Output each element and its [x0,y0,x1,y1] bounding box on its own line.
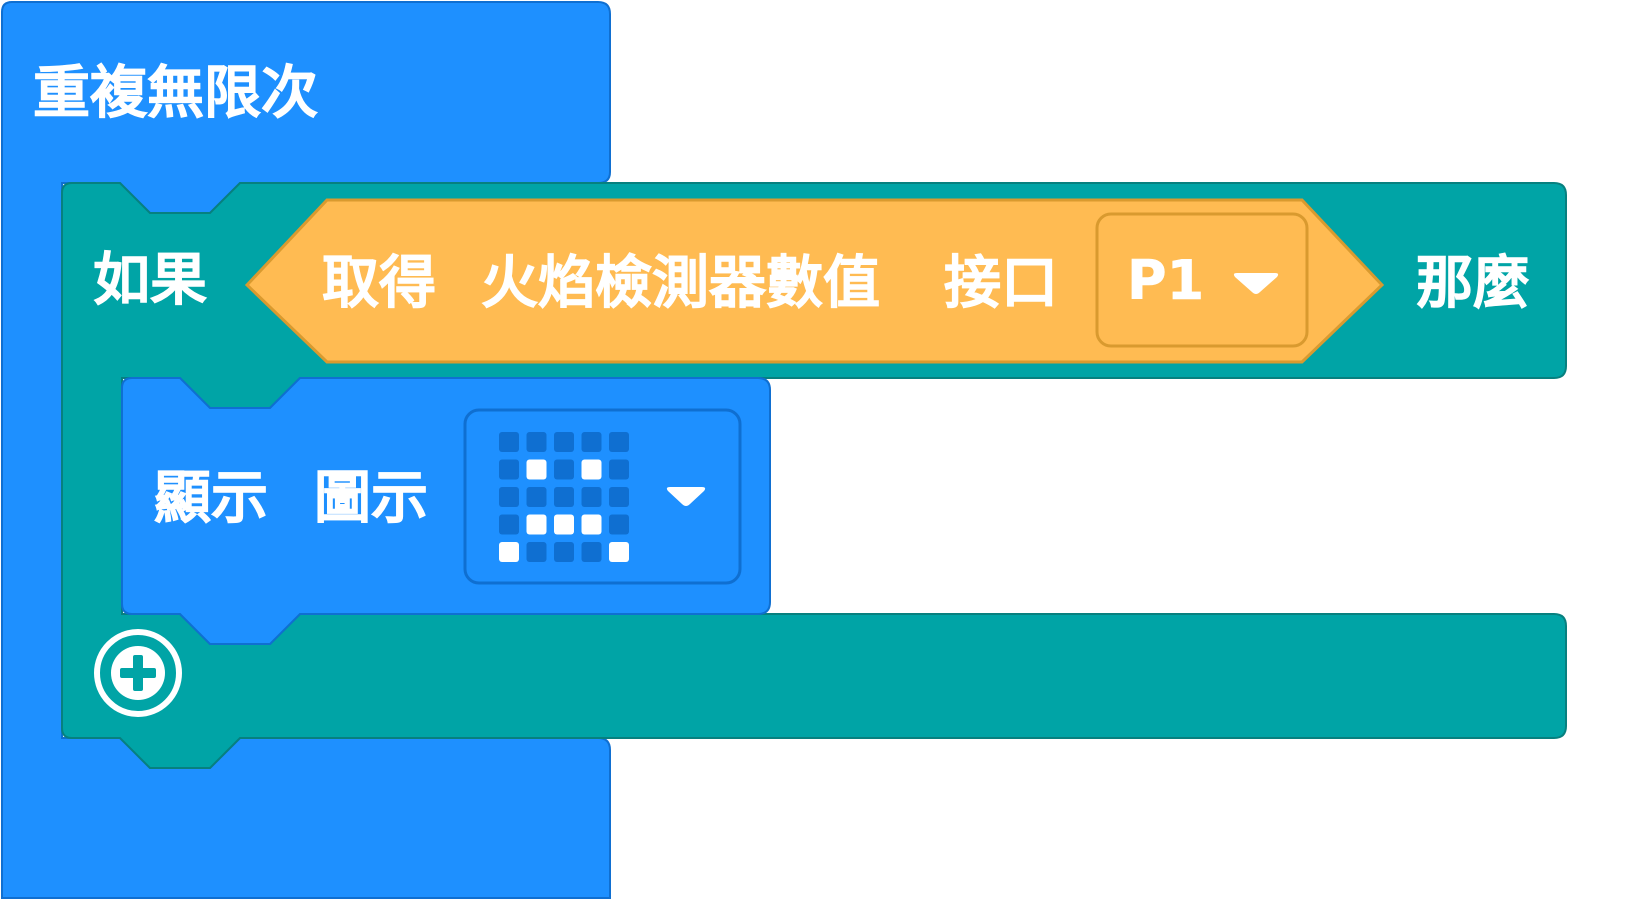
icon-label: 圖示 [314,465,429,531]
led-off [609,514,629,535]
then-label: 那麼 [1416,250,1531,316]
led-on [499,542,519,562]
led-off [499,487,519,507]
led-off [526,542,547,562]
port-label: 接口 [944,250,1059,316]
if-label: 如果 [93,247,208,313]
led-off [554,487,574,507]
led-off [499,432,519,452]
led-on [526,459,547,480]
show-label: 顯示 [154,465,269,531]
led-off [554,432,574,452]
led-on [526,514,547,535]
led-off [554,459,574,480]
led-on [581,459,602,480]
led-off [499,514,519,535]
led-off [499,459,519,480]
led-off [581,542,602,562]
led-off [526,432,547,452]
led-off [581,487,602,507]
block-canvas: 重複無限次 如果 取得 火焰檢測器數值 接口 P1 那麼 顯示 圖示 [0,0,1640,900]
led-off [581,432,602,452]
led-on [581,514,602,535]
get-label: 取得 [322,250,437,316]
forever-loop-label: 重複無限次 [33,60,319,126]
port-value: P1 [1127,249,1205,312]
led-off [609,487,629,507]
led-off [554,542,574,562]
led-on [554,514,574,535]
led-off [609,459,629,480]
led-off [526,487,547,507]
led-off [609,432,629,452]
flame-sensor-label: 火焰檢測器數值 [481,250,881,316]
led-on [609,542,629,562]
blocks-svg [1,1,1567,899]
